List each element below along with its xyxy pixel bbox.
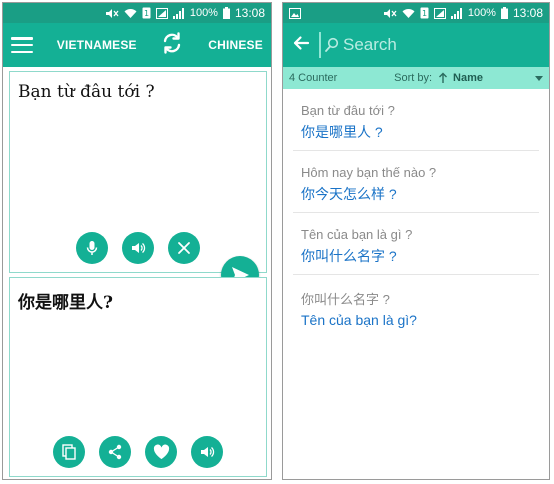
list-item[interactable]: Tên của bạn là gì ? 你叫什么名字 ? (293, 213, 539, 275)
item-translation-text: 你今天怎么样 ? (301, 186, 397, 202)
item-counter: 4 Counter (289, 72, 338, 84)
source-text[interactable]: Bạn từ đâu tới ? (10, 72, 266, 112)
source-language-button[interactable]: VIETNAMESE (57, 38, 137, 52)
item-translation-text: 你叫什么名字 ? (301, 248, 397, 264)
history-list: Bạn từ đâu tới ? 你是哪里人 ? Hôm nay bạn thế… (283, 89, 549, 336)
search-bar (283, 23, 549, 67)
item-source-text: 你叫什么名字 ? (301, 292, 390, 307)
dropdown-arrow-icon[interactable] (535, 75, 543, 81)
speaker-icon (132, 243, 146, 253)
sim-icon: 1 (142, 7, 151, 19)
signal-bars-icon (172, 7, 185, 19)
heart-icon (153, 444, 169, 459)
clock: 13:08 (512, 6, 543, 20)
mute-icon (105, 8, 119, 19)
favorite-button[interactable] (145, 436, 177, 468)
list-item[interactable]: 你叫什么名字 ? Tên của bạn là gì? (293, 275, 539, 336)
source-text-pane[interactable]: Bạn từ đâu tới ? (9, 71, 267, 273)
target-actions (10, 436, 266, 468)
copy-button[interactable] (53, 436, 85, 468)
share-button[interactable] (99, 436, 131, 468)
search-input[interactable] (343, 35, 549, 55)
sim-icon: 1 (420, 7, 429, 19)
svg-text:1: 1 (422, 9, 427, 18)
signal-bars-icon (450, 7, 463, 19)
wifi-icon (124, 8, 137, 19)
status-bar: 1 100% 13:08 (283, 3, 549, 23)
battery-icon (222, 7, 230, 19)
mute-icon (383, 8, 397, 19)
speak-source-button[interactable] (122, 232, 154, 264)
list-item[interactable]: Bạn từ đâu tới ? 你是哪里人 ? (293, 89, 539, 151)
battery-percent: 100% (189, 7, 218, 19)
sort-bar: 4 Counter Sort by: Name (283, 67, 549, 89)
battery-percent: 100% (467, 7, 496, 19)
signal-icon (433, 7, 446, 19)
share-icon (108, 444, 122, 460)
item-source-text: Tên của bạn là gì ? (301, 227, 413, 242)
target-text: 你是哪里人? (18, 293, 113, 313)
speak-target-button[interactable] (191, 436, 223, 468)
target-text-pane: 你是哪里人? (9, 277, 267, 477)
history-screen: 1 100% 13:08 4 Counter Sort by: Name (282, 2, 550, 480)
app-bar: VIETNAMESE CHINESE (3, 23, 271, 67)
swap-languages-icon[interactable] (160, 31, 184, 60)
translator-screen: 1 100% 13:08 VIETNAMESE CHINESE Bạn từ đ… (2, 2, 272, 480)
item-source-text: Hôm nay bạn thế nào ? (301, 165, 437, 180)
status-bar: 1 100% 13:08 (3, 3, 271, 23)
image-notification-icon (289, 7, 301, 19)
microphone-button[interactable] (76, 232, 108, 264)
clock: 13:08 (234, 6, 265, 20)
list-item[interactable]: Hôm nay bạn thế nào ? 你今天怎么样 ? (293, 151, 539, 213)
sort-direction-icon[interactable] (438, 72, 448, 84)
search-icon (325, 37, 339, 53)
item-source-text: Bạn từ đâu tới ? (301, 103, 395, 118)
menu-icon[interactable] (11, 37, 33, 53)
item-translation-text: 你是哪里人 ? (301, 124, 383, 140)
search-box (319, 30, 549, 60)
svg-text:1: 1 (144, 9, 149, 18)
battery-icon (500, 7, 508, 19)
copy-icon (62, 444, 76, 460)
target-language-button[interactable]: CHINESE (208, 38, 263, 52)
close-icon (178, 242, 190, 254)
signal-icon (155, 7, 168, 19)
speaker-icon (201, 447, 215, 457)
sort-field-dropdown[interactable]: Name (453, 72, 483, 84)
sort-by-label: Sort by: (394, 72, 433, 84)
item-translation-text: Tên của bạn là gì? (301, 312, 417, 328)
microphone-icon (86, 241, 98, 255)
clear-button[interactable] (168, 232, 200, 264)
wifi-icon (402, 8, 415, 19)
back-arrow-icon[interactable] (291, 33, 311, 58)
